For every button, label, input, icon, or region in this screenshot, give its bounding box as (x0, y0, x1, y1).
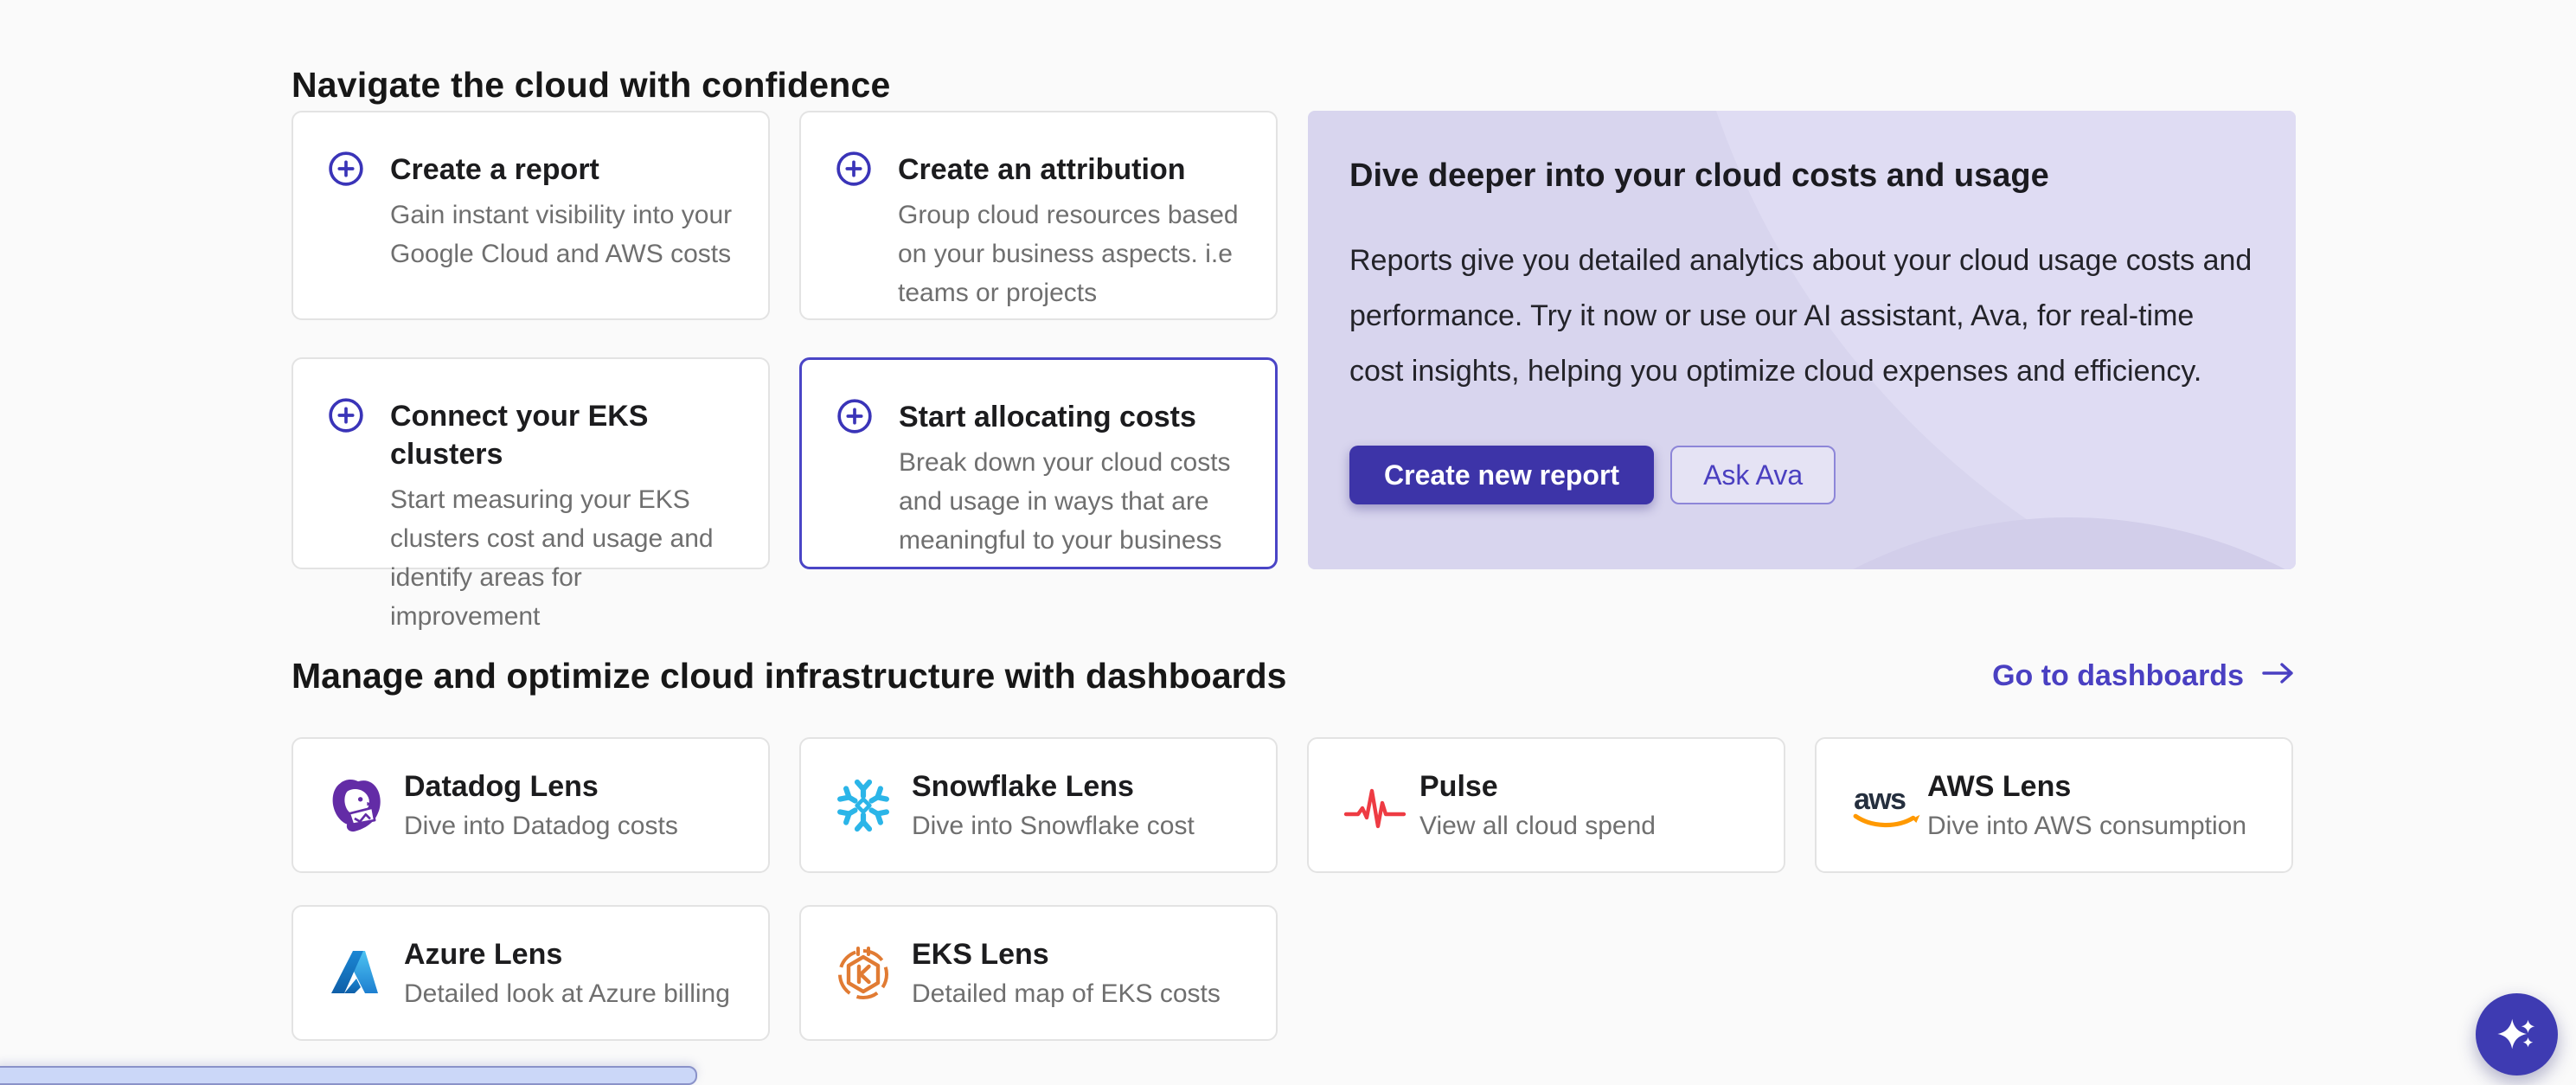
datadog-icon (328, 777, 404, 834)
create-attribution-card[interactable]: Create an attribution Group cloud resour… (799, 111, 1278, 320)
card-title: AWS Lens (1927, 770, 2246, 804)
arrow-right-icon (2261, 659, 2296, 693)
create-new-report-button[interactable]: Create new report (1349, 446, 1654, 504)
card-title: Connect your EKS clusters (390, 397, 739, 473)
eks-icon (836, 946, 912, 1001)
page-root: { "colors": { "page_background": "#fafaf… (0, 0, 2576, 1075)
card-title: Datadog Lens (404, 770, 678, 804)
plus-circle-icon (328, 151, 364, 273)
pulse-card[interactable]: Pulse View all cloud spend (1307, 737, 1785, 873)
create-report-card[interactable]: Create a report Gain instant visibility … (292, 111, 770, 320)
promo-body: Reports give you detailed analytics abou… (1349, 233, 2254, 399)
datadog-lens-card[interactable]: Datadog Lens Dive into Datadog costs (292, 737, 770, 873)
plus-circle-icon (836, 151, 872, 312)
card-description: Detailed map of EKS costs (912, 979, 1221, 1009)
card-description: Group cloud resources based on your busi… (898, 196, 1246, 312)
card-title: Pulse (1419, 770, 1656, 804)
plus-circle-icon (836, 398, 873, 560)
card-title: Azure Lens (404, 938, 730, 972)
card-description: Dive into Snowflake cost (912, 812, 1195, 841)
card-description: Break down your cloud costs and usage in… (899, 443, 1246, 560)
card-description: Start measuring your EKS clusters cost a… (390, 480, 739, 636)
azure-lens-card[interactable]: Azure Lens Detailed look at Azure billin… (292, 905, 770, 1041)
card-title: Snowflake Lens (912, 770, 1195, 804)
plus-circle-icon (328, 397, 364, 636)
card-title: EKS Lens (912, 938, 1221, 972)
pulse-icon (1343, 781, 1419, 830)
card-description: Gain instant visibility into your Google… (390, 196, 739, 273)
card-title: Create an attribution (898, 151, 1246, 189)
aws-icon: aws (1851, 782, 1927, 829)
connect-eks-clusters-card[interactable]: Connect your EKS clusters Start measurin… (292, 357, 770, 569)
card-description: Dive into AWS consumption (1927, 812, 2246, 841)
section-heading-navigate: Navigate the cloud with confidence (292, 65, 891, 106)
card-description: View all cloud spend (1419, 812, 1656, 841)
promo-panel: Dive deeper into your cloud costs and us… (1308, 111, 2296, 569)
go-to-dashboards-link[interactable]: Go to dashboards (1992, 659, 2296, 693)
sparkles-icon (2494, 1010, 2541, 1059)
ask-ava-button[interactable]: Ask Ava (1670, 446, 1836, 504)
promo-title: Dive deeper into your cloud costs and us… (1349, 157, 2254, 195)
start-allocating-costs-card[interactable]: Start allocating costs Break down your c… (799, 357, 1278, 569)
card-description: Dive into Datadog costs (404, 812, 678, 841)
go-to-dashboards-label: Go to dashboards (1992, 659, 2244, 693)
azure-icon (328, 947, 404, 999)
section-heading-dashboards: Manage and optimize cloud infrastructure… (292, 656, 1286, 697)
snowflake-lens-card[interactable]: Snowflake Lens Dive into Snowflake cost (799, 737, 1278, 873)
aws-lens-card[interactable]: aws AWS Lens Dive into AWS consumption (1815, 737, 2293, 873)
card-description: Detailed look at Azure billing (404, 979, 730, 1009)
svg-text:aws: aws (1854, 783, 1906, 816)
snowflake-icon (836, 778, 912, 833)
eks-lens-card[interactable]: EKS Lens Detailed map of EKS costs (799, 905, 1278, 1041)
ai-assistant-fab[interactable] (2476, 993, 2558, 1075)
card-title: Start allocating costs (899, 398, 1246, 436)
horizontal-scrollbar[interactable] (0, 1066, 697, 1085)
card-title: Create a report (390, 151, 739, 189)
